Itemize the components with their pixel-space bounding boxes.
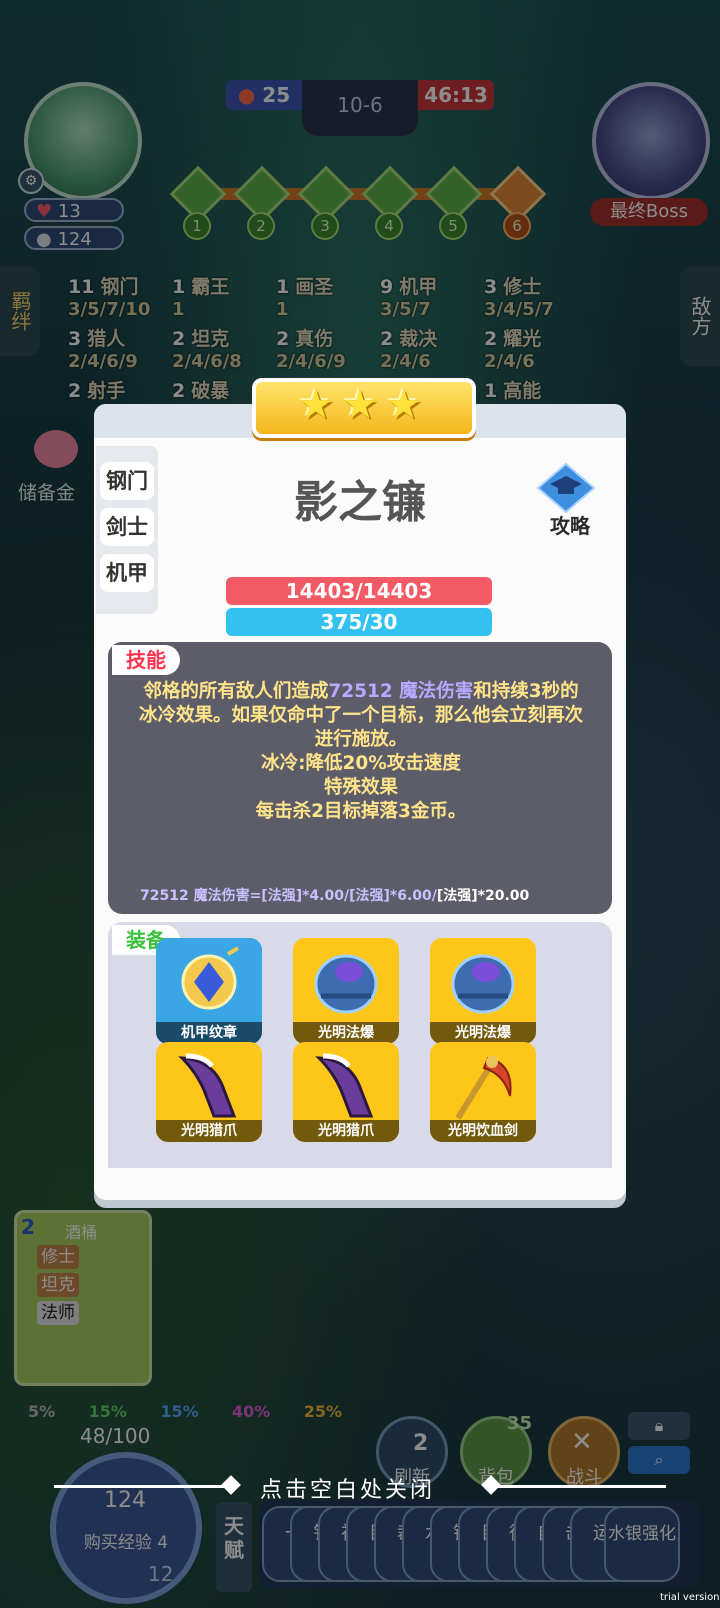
skill-text: 和持续3秒的 xyxy=(473,681,579,702)
mana-bar: 375/30 xyxy=(226,608,492,636)
graduation-cap-icon[interactable] xyxy=(536,462,596,514)
star-icon: ★ xyxy=(342,382,378,428)
equipment-slot[interactable]: 光明猎爪 xyxy=(156,1042,262,1142)
equipment-slot[interactable]: 光明法爆 xyxy=(430,938,536,1044)
close-hint: 点击空白处关闭 xyxy=(260,1478,436,1503)
star-icon: ★ xyxy=(298,382,334,428)
skill-formula: 72512 魔法伤害=[法强]*4.00/[法强]*6.00/[法强]*20.0… xyxy=(140,885,600,905)
equipment-slot[interactable]: 光明猎爪 xyxy=(293,1042,399,1142)
skill-tag: 技能 xyxy=(112,645,180,675)
skill-damage-highlight: 72512 魔法伤害 xyxy=(328,681,474,702)
skill-text: 冰冷:降低20%攻击速度 xyxy=(261,753,461,774)
unit-name: 影之镰 xyxy=(294,477,426,528)
equipment-slot[interactable]: 机甲纹章 xyxy=(156,938,262,1044)
trait-tag-1[interactable]: 钢门 xyxy=(100,462,154,500)
skill-description: 邻格的所有敌人们造成72512 魔法伤害和持续3秒的 冰冷效果。如果仅命中了一个… xyxy=(134,680,588,824)
skill-text: 邻格的所有敌人们造成 xyxy=(143,681,329,702)
equipment-slot[interactable]: 光明法爆 xyxy=(293,938,399,1044)
equipment-name: 光明猎爪 xyxy=(156,1120,262,1142)
star-rating-badge: ★ ★ ★ xyxy=(252,378,476,438)
close-hint-divider-left xyxy=(54,1485,234,1488)
equipment-name: 光明饮血剑 xyxy=(430,1120,536,1142)
trait-tag-2[interactable]: 剑士 xyxy=(100,508,154,546)
star-icon: ★ xyxy=(386,382,422,428)
trait-tag-3[interactable]: 机甲 xyxy=(100,554,154,592)
hp-bar: 14403/14403 xyxy=(226,577,492,605)
skill-text: 进行施放。 xyxy=(314,729,408,750)
equipment-slot[interactable]: 光明饮血剑 xyxy=(430,1042,536,1142)
equipment-name: 机甲纹章 xyxy=(156,1022,262,1044)
formula-text: [法强]*20.00 xyxy=(436,888,530,904)
skill-text: 冰冷效果。如果仅命中了一个目标，那么他会立刻再次 xyxy=(138,705,583,726)
equipment-name: 光明法爆 xyxy=(293,1022,399,1044)
guide-label[interactable]: 攻略 xyxy=(540,510,600,539)
formula-text: 72512 魔法伤害=[法强]*4.00/[法强]*6.00/ xyxy=(140,888,437,904)
equipment-name: 光明猎爪 xyxy=(293,1120,399,1142)
skill-text: 每击杀2目标掉落3金币。 xyxy=(255,801,467,822)
skill-text: 特殊效果 xyxy=(323,777,398,798)
equipment-name: 光明法爆 xyxy=(430,1022,536,1044)
watermark: trial version xyxy=(660,1592,720,1603)
close-hint-divider-right xyxy=(490,1485,666,1488)
